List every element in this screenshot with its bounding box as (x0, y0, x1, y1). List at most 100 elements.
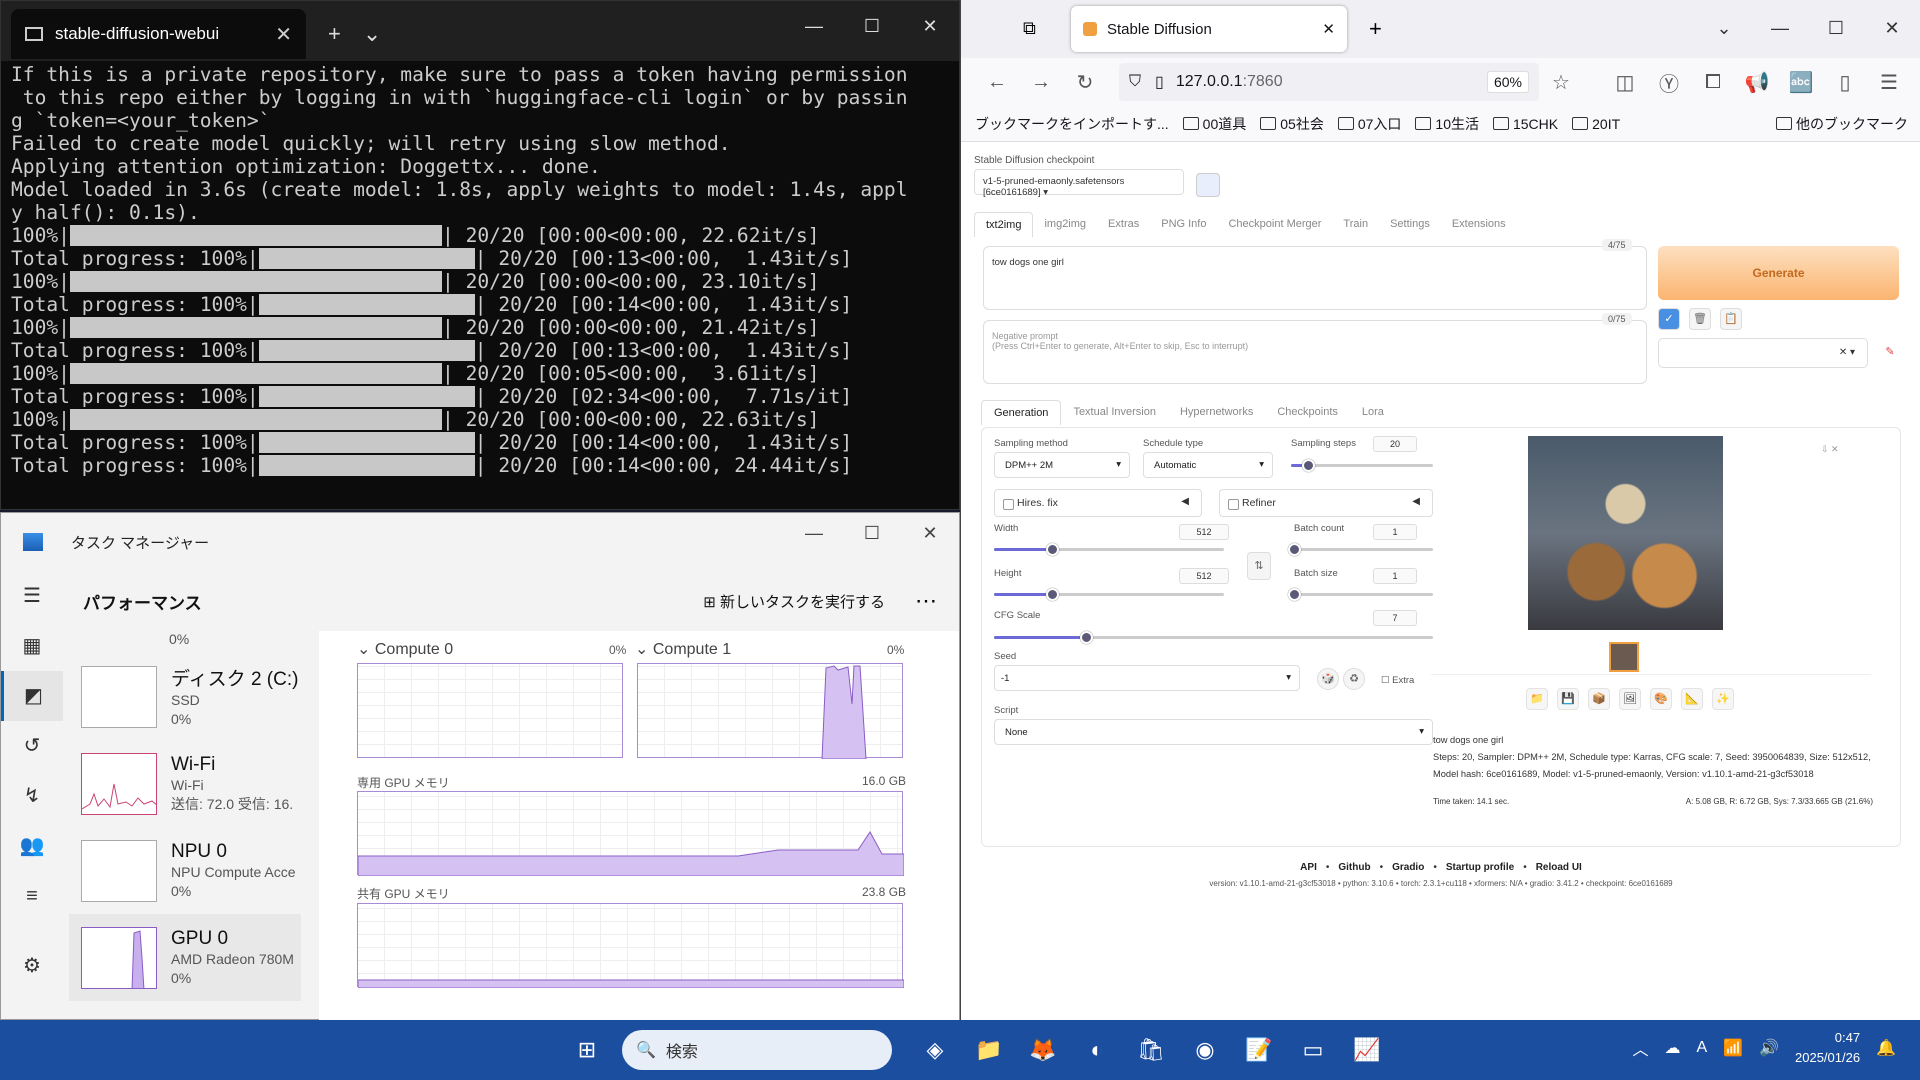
users-icon[interactable]: 👥 (1, 821, 63, 871)
download-icon[interactable]: ⇩ ✕ (1821, 444, 1839, 455)
history-icon[interactable]: ↺ (1, 721, 63, 771)
height-input[interactable]: 512 (1179, 568, 1229, 584)
back-icon[interactable]: ← (975, 71, 1019, 94)
script-select[interactable]: None (994, 719, 1433, 745)
slider-knob[interactable] (1288, 543, 1301, 556)
sidebar-icon[interactable]: ▯ (1823, 70, 1867, 95)
footer-link[interactable]: Reload UI (1536, 862, 1582, 873)
edge-icon[interactable]: ◐ (1076, 1029, 1118, 1071)
device-npu[interactable]: NPU 0 NPU Compute Acce 0% (69, 827, 301, 914)
styles-select[interactable]: ✕ ▾ (1658, 338, 1868, 368)
close-icon[interactable]: ✕ (1864, 0, 1920, 56)
checkbox-icon[interactable]: ✓ (1658, 308, 1680, 330)
tab-list-icon[interactable]: ⧉ (1023, 18, 1036, 39)
zoom-level[interactable]: 60% (1486, 71, 1529, 93)
cfg-scale-slider[interactable] (994, 631, 1433, 644)
batch-count-slider[interactable] (1288, 543, 1433, 556)
terminal-output[interactable]: If this is a private repository, make su… (1, 61, 959, 511)
maximize-icon[interactable]: ☐ (1808, 0, 1864, 56)
prompt-input[interactable]: tow dogs one girl (983, 246, 1647, 310)
new-tab-button[interactable]: + (1369, 16, 1382, 42)
footer-link[interactable]: Gradio (1392, 862, 1424, 873)
details-icon[interactable]: ≡ (1, 871, 63, 921)
tab-textual-inversion[interactable]: Textual Inversion (1061, 400, 1168, 425)
taskbar-search[interactable]: 🔍 検索 (622, 1030, 892, 1070)
send-img2img-icon[interactable]: 🖼 (1619, 688, 1641, 710)
device-disk[interactable]: ディスク 2 (C:) SSD 0% (69, 653, 301, 740)
random-seed-icon[interactable]: 🎲 (1317, 668, 1339, 690)
bookmark-item[interactable]: 00道具 (1183, 114, 1247, 134)
firefox-icon[interactable]: 🦊 (1022, 1029, 1064, 1071)
performance-icon[interactable]: ◩ (1, 671, 63, 721)
sampling-steps-slider[interactable] (1291, 459, 1433, 472)
yandex-icon[interactable]: Ⓨ (1647, 68, 1691, 97)
tab-settings[interactable]: Settings (1379, 212, 1441, 237)
maximize-icon[interactable]: ☐ (843, 513, 901, 553)
clipboard-icon[interactable]: 📋 (1720, 308, 1742, 330)
terminal-tab[interactable]: stable-diffusion-webui ✕ (11, 9, 306, 59)
tab-checkpoints[interactable]: Checkpoints (1265, 400, 1350, 425)
negative-prompt-input[interactable]: Negative prompt (Press Ctrl+Enter to gen… (983, 320, 1647, 384)
bookmark-item[interactable]: 10生活 (1415, 114, 1479, 134)
device-gpu[interactable]: GPU 0 AMD Radeon 780M 0% (69, 914, 301, 1001)
tab-generation[interactable]: Generation (981, 400, 1062, 425)
slider-knob[interactable] (1288, 588, 1301, 601)
start-icon[interactable]: ⊞ (566, 1029, 608, 1071)
slider-knob[interactable] (1045, 588, 1059, 601)
footer-link[interactable]: API (1300, 862, 1317, 873)
pocket-icon[interactable]: ◫ (1603, 70, 1647, 95)
seed-input[interactable]: -1 (994, 665, 1300, 691)
maximize-icon[interactable]: ☐ (843, 1, 901, 51)
width-slider[interactable] (994, 543, 1224, 556)
sampling-steps-input[interactable]: 20 (1373, 436, 1417, 452)
reload-icon[interactable]: ↻ (1063, 70, 1107, 95)
bookmark-item[interactable]: 他のブックマーク (1776, 114, 1908, 134)
new-task-button[interactable]: ⊞ 新しいタスクを実行する (703, 591, 885, 612)
open-folder-icon[interactable]: 📁 (1526, 688, 1548, 710)
processes-icon[interactable]: ▦ (1, 621, 63, 671)
new-tab-button[interactable]: + (328, 21, 341, 47)
edit-styles-icon[interactable]: ✎ (1879, 342, 1901, 364)
hires-fix-toggle[interactable]: Hires. fix (994, 489, 1202, 517)
batch-count-input[interactable]: 1 (1373, 524, 1417, 540)
bookmark-item[interactable]: 05社会 (1260, 114, 1324, 134)
terminal-app-icon[interactable]: ▭ (1292, 1029, 1334, 1071)
close-icon[interactable]: ✕ (901, 1, 959, 51)
send-extras-icon[interactable]: 📐 (1681, 688, 1703, 710)
upscale-icon[interactable]: ✨ (1712, 688, 1734, 710)
footer-link[interactable]: Github (1338, 862, 1370, 873)
translate-icon[interactable]: 🔤 (1779, 70, 1823, 95)
extra-checkbox[interactable]: ☐ Extra (1381, 675, 1414, 686)
bookmark-item[interactable]: ブックマークをインポートす... (975, 114, 1169, 134)
height-slider[interactable] (994, 588, 1224, 601)
tab-checkpoint-merger[interactable]: Checkpoint Merger (1217, 212, 1332, 237)
store-icon[interactable]: 🛍 (1130, 1029, 1172, 1071)
send-inpaint-icon[interactable]: 🎨 (1650, 688, 1672, 710)
tab-txt2img[interactable]: txt2img (974, 212, 1034, 237)
swap-dimensions-icon[interactable]: ⇅ (1247, 552, 1271, 580)
extensions-icon[interactable]: ⧠ (1691, 71, 1735, 94)
width-input[interactable]: 512 (1179, 524, 1229, 540)
zip-icon[interactable]: 📦 (1588, 688, 1610, 710)
chevron-down-icon[interactable]: ⌄ (363, 21, 381, 47)
tab-img2img[interactable]: img2img (1033, 212, 1097, 237)
chevron-up-icon[interactable]: ︿ (1632, 1036, 1648, 1060)
bookmark-item[interactable]: 20IT (1572, 116, 1620, 132)
cfg-scale-input[interactable]: 7 (1373, 610, 1417, 626)
wifi-icon[interactable]: 📶 (1723, 1038, 1743, 1058)
star-icon[interactable]: ☆ (1539, 70, 1583, 95)
onedrive-icon[interactable]: ☁ (1664, 1038, 1680, 1058)
notepad-icon[interactable]: 📝 (1238, 1029, 1280, 1071)
settings-gear-icon[interactable]: ⚙ (1, 941, 63, 991)
tab-png-info[interactable]: PNG Info (1150, 212, 1217, 237)
tab-extras[interactable]: Extras (1097, 212, 1150, 237)
bookmark-item[interactable]: 15CHK (1493, 116, 1558, 132)
hamburger-icon[interactable]: ☰ (1, 571, 63, 621)
tab-hypernetworks[interactable]: Hypernetworks (1168, 400, 1265, 425)
generated-image[interactable] (1528, 436, 1723, 630)
task-manager-app-icon[interactable]: 📈 (1346, 1029, 1388, 1071)
image-thumbnail[interactable] (1609, 642, 1639, 672)
reuse-seed-icon[interactable]: ♻ (1343, 668, 1365, 690)
forward-icon[interactable]: → (1019, 71, 1063, 94)
startup-icon[interactable]: ↯ (1, 771, 63, 821)
